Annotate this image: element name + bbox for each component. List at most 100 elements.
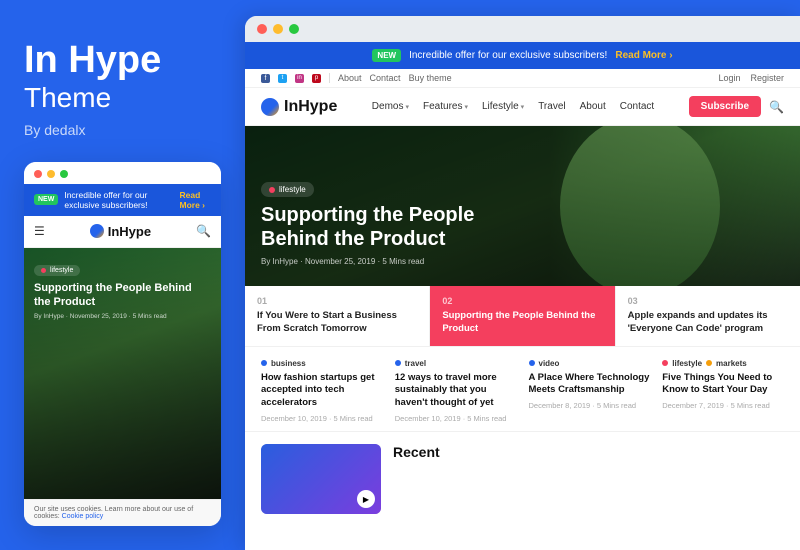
article-1[interactable]: business How fashion startups get accept… [261,359,383,423]
article-1-title: How fashion startups get accepted into t… [261,372,383,410]
article-4-tag1: lifestyle [662,359,702,368]
hero-title: Supporting the People Behind the Product [261,203,541,251]
card-2-num: 02 [442,296,602,306]
article-3-tag-dot [529,360,535,366]
subscribe-button[interactable]: Subscribe [689,96,761,117]
hero-tag-dot [269,187,275,193]
article-2[interactable]: travel 12 ways to travel more sustainabl… [395,359,517,423]
topnav-contact[interactable]: Contact [370,73,401,83]
mobile-read-more[interactable]: Read More › [179,190,211,210]
mobile-banner: NEW Incredible offer for our exclusive s… [24,184,221,216]
mobile-tag-dot [41,268,46,273]
desktop-content: NEW Incredible offer for our exclusive s… [245,42,800,550]
articles-section: business How fashion startups get accept… [245,346,800,431]
card-3[interactable]: 03 Apple expands and updates its 'Everyo… [616,286,800,346]
mobile-hero-tag: lifestyle [34,265,80,276]
article-4-tag2: markets [706,359,747,368]
mobile-chrome-dots [24,162,221,184]
mobile-new-badge: NEW [34,194,58,205]
article-3-title: A Place Where Technology Meets Craftsman… [529,372,651,398]
bottom-image: ▶ [261,444,381,514]
desktop-nav-right: Subscribe 🔍 [689,96,784,117]
nav-travel[interactable]: Travel [538,101,565,112]
play-button[interactable]: ▶ [357,490,375,508]
article-3-tag: video [529,359,651,368]
desktop-read-more[interactable]: Read More › [615,50,672,61]
article-2-meta: December 10, 2019 · 5 Mins read [395,414,517,423]
dot-green [60,170,68,178]
chrome-dot-red [257,24,267,34]
card-2[interactable]: 02 Supporting the People Behind the Prod… [430,286,615,346]
article-3-meta: December 8, 2019 · 5 Mins read [529,401,651,410]
desktop-banner: NEW Incredible offer for our exclusive s… [245,42,800,69]
desktop-banner-text: Incredible offer for our exclusive subsc… [409,50,607,61]
mobile-logo[interactable]: InHype [90,224,151,239]
desktop-auth-links: Login Register [718,73,784,83]
mobile-hero-title: Supporting the People Behind the Product [34,281,211,310]
mobile-hero-meta: By InHype · November 25, 2019 · 5 Mins r… [34,313,211,320]
article-1-tag: business [261,359,383,368]
article-2-tag: travel [395,359,517,368]
nav-demos[interactable]: Demos▾ [372,101,409,112]
desktop-social-links: f t in p About Contact Buy theme [261,73,452,83]
recent-title: Recent [393,444,784,460]
mobile-hero-content: lifestyle Supporting the People Behind t… [34,260,211,321]
article-4[interactable]: lifestyle markets Five Things You Need t… [662,359,784,423]
desktop-top-nav: f t in p About Contact Buy theme Login R… [245,69,800,88]
dot-yellow [47,170,55,178]
topnav-buy[interactable]: Buy theme [409,73,452,83]
mobile-search-icon[interactable]: 🔍 [196,224,211,238]
card-1[interactable]: 01 If You Were to Start a Business From … [245,286,430,346]
mobile-cookie-notice: Our site uses cookies. Learn more about … [24,499,221,526]
cards-row: 01 If You Were to Start a Business From … [245,286,800,346]
right-panel: NEW Incredible offer for our exclusive s… [245,16,800,550]
chrome-dot-green [289,24,299,34]
card-3-num: 03 [628,296,788,306]
nav-features[interactable]: Features▾ [423,101,468,112]
article-4-tag2-dot [706,360,712,366]
articles-grid: business How fashion startups get accept… [261,359,784,423]
mobile-hero: lifestyle Supporting the People Behind t… [24,248,221,499]
desktop-hero: lifestyle Supporting the People Behind t… [245,126,800,286]
hero-tag: lifestyle [261,182,314,197]
bottom-row: ▶ Recent [245,431,800,522]
card-1-title: If You Were to Start a Business From Scr… [257,310,417,336]
chrome-dot-yellow [273,24,283,34]
nav-about[interactable]: About [580,101,606,112]
recent-section: Recent [393,444,784,514]
hero-meta: By InHype · November 25, 2019 · 5 Mins r… [261,257,541,266]
card-2-title: Supporting the People Behind the Product [442,310,602,336]
mobile-navbar: ☰ InHype 🔍 [24,216,221,248]
article-2-tag-dot [395,360,401,366]
nav-lifestyle[interactable]: Lifestyle▾ [482,101,524,112]
brand-title: In Hype Theme By dedalx [24,40,221,162]
twitter-icon[interactable]: t [278,74,287,83]
article-2-title: 12 ways to travel more sustainably that … [395,372,517,410]
nav-contact[interactable]: Contact [620,101,654,112]
hero-content: lifestyle Supporting the People Behind t… [245,180,557,287]
desktop-nav-items: Demos▾ Features▾ Lifestyle▾ Travel About… [372,101,654,112]
mobile-hamburger-icon[interactable]: ☰ [34,224,45,238]
card-1-num: 01 [257,296,417,306]
search-icon[interactable]: 🔍 [769,100,784,114]
mobile-preview: NEW Incredible offer for our exclusive s… [24,162,221,526]
desktop-new-badge: NEW [372,49,401,62]
topnav-login[interactable]: Login [718,73,740,83]
topnav-about[interactable]: About [338,73,362,83]
dot-red [34,170,42,178]
article-4-tag1-dot [662,360,668,366]
desktop-logo[interactable]: InHype [261,98,337,116]
article-3[interactable]: video A Place Where Technology Meets Cra… [529,359,651,423]
topnav-register[interactable]: Register [750,73,784,83]
cookie-policy-link[interactable]: Cookie policy [62,513,104,520]
instagram-icon[interactable]: in [295,74,304,83]
facebook-icon[interactable]: f [261,74,270,83]
desktop-main-nav: InHype Demos▾ Features▾ Lifestyle▾ Trave… [245,88,800,126]
desktop-logo-icon [261,98,279,116]
pinterest-icon[interactable]: p [312,74,321,83]
article-1-tag-dot [261,360,267,366]
article-4-title: Five Things You Need to Know to Start Yo… [662,372,784,398]
desktop-chrome-bar [245,16,800,42]
left-panel: In Hype Theme By dedalx NEW Incredible o… [0,0,245,550]
article-1-meta: December 10, 2019 · 5 Mins read [261,414,383,423]
